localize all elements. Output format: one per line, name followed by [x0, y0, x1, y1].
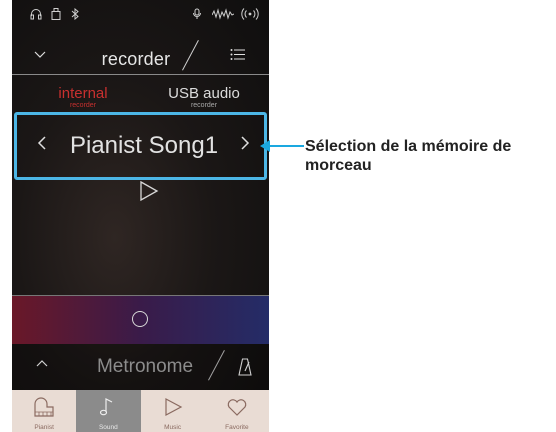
song-selector: Pianist Song1	[14, 112, 267, 180]
bottom-nav: Pianist Sound Music Favorite	[12, 390, 269, 432]
phone-screen: recorder internal recorder USB audio rec…	[12, 0, 269, 432]
list-menu-icon[interactable]	[230, 48, 246, 66]
play-icon	[165, 398, 182, 416]
tab-usb-audio-recorder[interactable]: USB audio recorder	[154, 86, 254, 109]
tab-sublabel: recorder	[69, 102, 97, 109]
audio-level-icon	[211, 8, 235, 22]
callout-text: Sélection de la mémoire de morceau	[305, 138, 512, 174]
nav-label: Pianist	[34, 424, 54, 431]
tab-label: internal	[58, 85, 108, 102]
metronome-bar: Metronome	[12, 344, 269, 390]
nav-item-music[interactable]: Music	[141, 390, 205, 432]
nav-item-favorite[interactable]: Favorite	[205, 390, 269, 432]
page-title: recorder	[101, 49, 171, 69]
chevron-down-icon[interactable]	[34, 46, 46, 62]
chevron-up-icon[interactable]	[36, 354, 48, 371]
nav-item-pianist[interactable]: Pianist	[12, 390, 76, 432]
headphones-icon	[30, 8, 42, 22]
heart-icon	[227, 399, 247, 416]
nav-label: Sound	[98, 424, 118, 431]
play-button[interactable]	[139, 180, 159, 207]
microphone-icon	[192, 8, 202, 22]
wireless-icon	[241, 8, 259, 22]
tab-label: USB audio	[168, 85, 240, 102]
metronome-icon[interactable]	[238, 358, 252, 381]
record-button[interactable]	[132, 311, 148, 327]
next-song-button[interactable]	[240, 133, 250, 159]
status-bar	[12, 0, 269, 34]
tab-internal-recorder[interactable]: internal recorder	[38, 86, 128, 109]
piano-icon	[34, 397, 54, 417]
nav-label: Favorite	[225, 424, 249, 431]
previous-song-button[interactable]	[37, 133, 47, 159]
divider	[208, 350, 225, 381]
nav-item-sound[interactable]: Sound	[76, 390, 141, 432]
record-bar	[12, 296, 269, 344]
divider	[12, 74, 269, 75]
tab-sublabel: recorder	[190, 102, 218, 109]
metronome-label[interactable]: Metronome	[80, 356, 210, 378]
usb-memory-icon	[51, 8, 61, 22]
music-note-icon	[100, 398, 113, 416]
bluetooth-icon	[70, 7, 80, 22]
header-bar: recorder	[12, 40, 269, 74]
callout-line	[262, 145, 304, 147]
song-name: Pianist Song1	[69, 132, 219, 159]
nav-label: Music	[164, 424, 182, 431]
